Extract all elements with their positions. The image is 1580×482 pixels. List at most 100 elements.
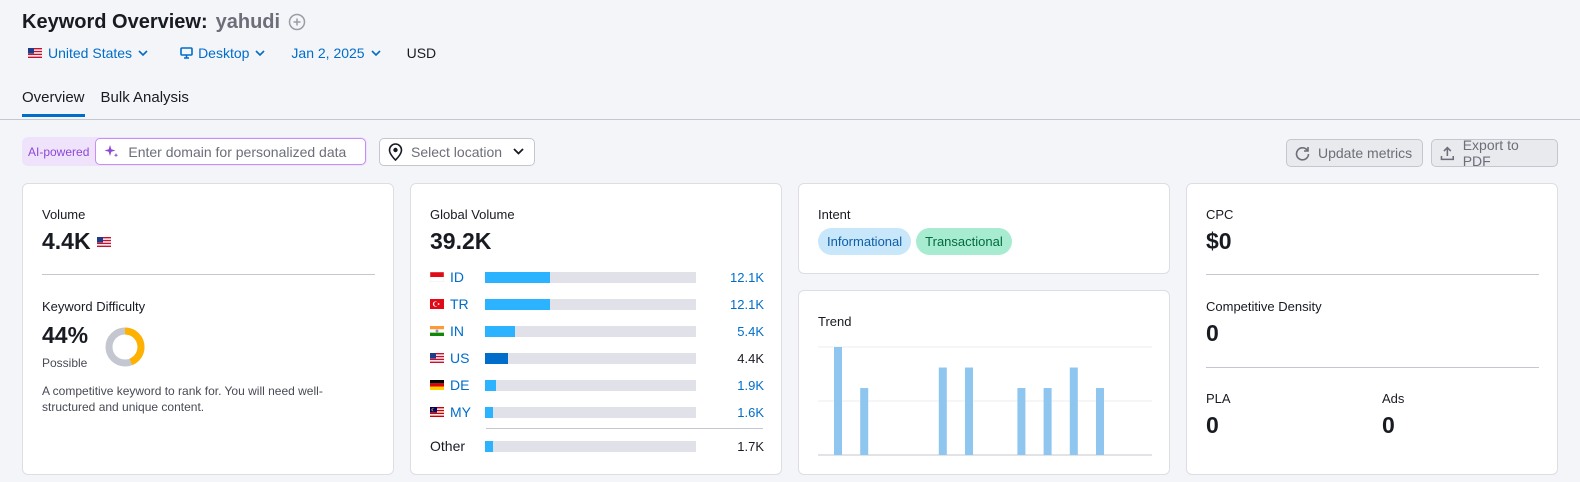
country-label: United States xyxy=(48,45,133,61)
country-volume: 4.4K xyxy=(737,350,764,366)
intent-card: Intent Informational Transactional xyxy=(798,183,1170,274)
update-metrics-button[interactable]: Update metrics xyxy=(1286,139,1423,167)
volume-divider xyxy=(42,274,375,275)
country-code: IN xyxy=(450,323,464,339)
country-volume: 1.9K xyxy=(737,377,764,393)
tab-overview[interactable]: Overview xyxy=(22,89,85,117)
share-bar xyxy=(485,298,696,310)
country-row-in[interactable]: IN 5.4K xyxy=(430,323,764,339)
domain-input[interactable]: Enter domain for personalized data xyxy=(95,138,367,165)
share-bar xyxy=(485,271,696,283)
country-selector[interactable]: United States xyxy=(22,45,148,61)
share-bar xyxy=(485,379,696,391)
cpc-value: $0 xyxy=(1206,228,1232,254)
density-value: 0 xyxy=(1206,320,1219,346)
other-volume: 1.7K xyxy=(737,438,764,454)
country-row-tr[interactable]: TR 12.1K xyxy=(430,296,764,312)
us-flag-icon xyxy=(430,353,444,363)
currency-label: USD xyxy=(406,45,437,61)
domain-input-placeholder: Enter domain for personalized data xyxy=(128,143,347,160)
kd-description: A competitive keyword to rank for. You w… xyxy=(42,384,323,414)
other-label: Other xyxy=(430,438,466,454)
indonesia-flag-icon xyxy=(430,272,444,282)
chevron-down-icon xyxy=(255,49,265,56)
trend-bar[interactable] xyxy=(834,347,842,455)
trend-bar[interactable] xyxy=(938,367,947,455)
kd-label: Keyword Difficulty xyxy=(42,299,146,314)
chevron-down-icon xyxy=(513,148,524,155)
add-to-list-icon[interactable] xyxy=(288,13,306,31)
share-bar-fill xyxy=(485,406,494,418)
country-row-my[interactable]: MY 1.6K xyxy=(430,404,764,420)
trend-bar[interactable] xyxy=(1096,388,1104,455)
desktop-icon xyxy=(180,47,193,59)
cpc-divider xyxy=(1206,274,1539,275)
device-selector[interactable]: Desktop xyxy=(174,45,265,61)
country-row-us[interactable]: US 4.4K xyxy=(430,350,764,366)
volume-value: 4.4K xyxy=(42,228,91,254)
country-row-de[interactable]: DE 1.9K xyxy=(430,377,764,393)
keyword-name: yahudi xyxy=(215,10,281,33)
global-volume-card: Global Volume 39.2K ID 12.1K TR 12.1K IN… xyxy=(410,183,782,475)
page-title: Keyword Overview: xyxy=(22,10,208,33)
trend-chart xyxy=(818,346,1152,456)
export-pdf-label: Export to PDF xyxy=(1462,137,1519,169)
chevron-down-icon xyxy=(138,49,148,56)
share-bar-fill xyxy=(485,298,551,310)
intent-pill-transactional[interactable]: Transactional xyxy=(916,228,1012,255)
sparkle-icon xyxy=(104,145,119,158)
share-bar-fill xyxy=(485,440,494,452)
cpc-card: CPC $0 Competitive Density 0 PLA 0 Ads 0 xyxy=(1186,183,1558,475)
volume-label: Volume xyxy=(42,207,86,222)
location-pin-icon xyxy=(388,143,403,161)
trend-bar[interactable] xyxy=(860,388,869,455)
share-bar xyxy=(485,406,696,418)
ads-value: 0 xyxy=(1382,412,1395,438)
date-selector[interactable]: Jan 2, 2025 xyxy=(291,45,381,61)
filters-bar: United States Desktop Jan 2, 2025 USD xyxy=(22,43,436,63)
malaysia-flag-icon xyxy=(430,407,444,417)
device-label: Desktop xyxy=(198,45,250,61)
trend-bar[interactable] xyxy=(1043,388,1052,455)
tabs-divider xyxy=(0,119,1580,120)
country-row-other: Other 1.7K xyxy=(430,438,764,454)
cpc-label: CPC xyxy=(1206,207,1234,222)
trend-card: Trend xyxy=(798,290,1170,475)
country-code: US xyxy=(450,350,470,366)
share-bar xyxy=(485,325,696,337)
kd-value: 44% xyxy=(42,322,89,348)
kd-level: Possible xyxy=(42,356,88,370)
trend-bar[interactable] xyxy=(1017,388,1026,455)
density-label: Competitive Density xyxy=(1206,299,1322,314)
turkey-flag-icon xyxy=(430,299,444,309)
country-code: ID xyxy=(450,269,464,285)
country-volume: 12.1K xyxy=(730,269,764,285)
location-placeholder: Select location xyxy=(411,144,503,160)
us-flag-icon xyxy=(96,236,111,247)
date-label: Jan 2, 2025 xyxy=(291,45,365,61)
page-header: Keyword Overview: yahudi xyxy=(22,10,306,34)
ai-domain-input-group: AI-powered Enter domain for personalized… xyxy=(22,137,368,166)
density-divider xyxy=(1206,367,1539,368)
share-bar-fill xyxy=(485,325,515,337)
trend-bar[interactable] xyxy=(965,367,973,455)
country-code: DE xyxy=(450,377,470,393)
intent-pill-informational[interactable]: Informational xyxy=(818,228,912,255)
share-bar-fill xyxy=(485,352,509,364)
intent-label: Intent xyxy=(818,207,851,222)
trend-label: Trend xyxy=(818,314,852,329)
country-code: MY xyxy=(450,404,471,420)
refresh-icon xyxy=(1295,146,1310,161)
global-volume-value: 39.2K xyxy=(430,228,492,254)
location-select[interactable]: Select location xyxy=(379,138,535,166)
export-pdf-button[interactable]: Export to PDF xyxy=(1431,137,1558,169)
country-volume: 1.6K xyxy=(737,404,764,420)
share-bar xyxy=(485,352,696,364)
trend-bar[interactable] xyxy=(1069,367,1078,455)
country-row-id[interactable]: ID 12.1K xyxy=(430,269,764,285)
india-flag-icon xyxy=(430,326,444,336)
kd-donut-chart xyxy=(105,327,145,367)
ads-label: Ads xyxy=(1382,391,1405,406)
tab-bulk-analysis[interactable]: Bulk Analysis xyxy=(101,89,189,117)
pla-value: 0 xyxy=(1206,412,1219,438)
